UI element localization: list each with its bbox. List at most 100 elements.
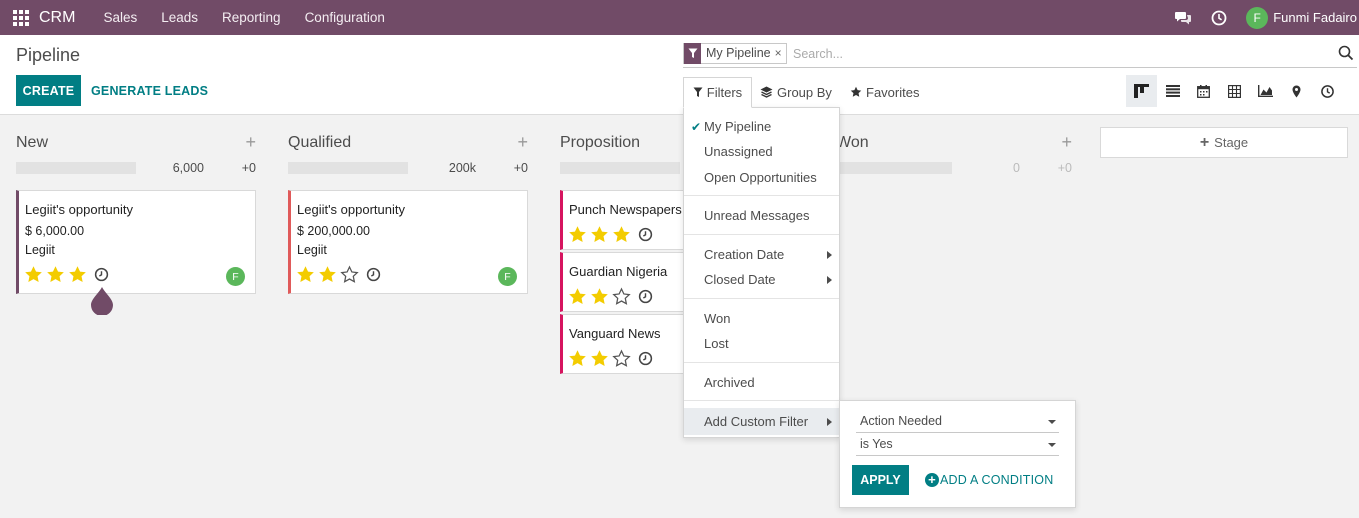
card-name: Punch Newspapers bbox=[569, 202, 682, 217]
star-filled-icon[interactable] bbox=[612, 225, 631, 244]
activity-clock-icon[interactable] bbox=[638, 351, 653, 366]
list-view-icon[interactable] bbox=[1157, 75, 1188, 107]
star-empty-icon[interactable] bbox=[340, 265, 359, 284]
salesperson-avatar[interactable]: F bbox=[498, 267, 517, 286]
menu-leads[interactable]: Leads bbox=[161, 10, 198, 25]
user-avatar[interactable]: F bbox=[1246, 6, 1269, 29]
filter-my-pipeline[interactable]: ✔ My Pipeline bbox=[684, 115, 839, 139]
star-filled-icon[interactable] bbox=[568, 287, 587, 306]
chat-icon[interactable] bbox=[1174, 9, 1192, 27]
custom-filter-operator-select[interactable]: is Yes bbox=[856, 434, 1059, 456]
layers-icon bbox=[760, 86, 773, 98]
activity-clock-icon[interactable] bbox=[638, 289, 653, 304]
search-input[interactable] bbox=[793, 45, 1313, 63]
kanban-card[interactable]: Punch Newspapers bbox=[560, 190, 690, 250]
pivot-view-icon[interactable] bbox=[1219, 75, 1250, 107]
filter-lost[interactable]: Lost bbox=[684, 332, 839, 356]
card-name: Legiit's opportunity bbox=[297, 202, 405, 217]
kanban-card[interactable]: Guardian Nigeria bbox=[560, 252, 690, 312]
filter-label: Unread Messages bbox=[704, 208, 810, 223]
quick-create-icon[interactable]: + bbox=[1061, 132, 1072, 153]
calendar-view-icon[interactable] bbox=[1188, 75, 1219, 107]
column-progress-bar[interactable] bbox=[16, 162, 136, 174]
filter-label: Unassigned bbox=[704, 144, 773, 159]
search-icon[interactable] bbox=[1338, 45, 1354, 61]
create-button[interactable]: CREATE bbox=[16, 75, 81, 106]
star-filled-icon[interactable] bbox=[590, 225, 609, 244]
activity-clock-icon[interactable] bbox=[638, 227, 653, 242]
filter-won[interactable]: Won bbox=[684, 307, 839, 331]
kanban-card[interactable]: Legiit's opportunity $ 6,000.00 Legiit F bbox=[16, 190, 256, 294]
filter-label: Lost bbox=[704, 336, 729, 351]
column-progress-bar[interactable] bbox=[288, 162, 408, 174]
caret-right-icon bbox=[827, 251, 832, 259]
star-filled-icon[interactable] bbox=[568, 349, 587, 368]
group-by-toggle[interactable]: Group By bbox=[760, 77, 832, 107]
star-filled-icon[interactable] bbox=[568, 225, 587, 244]
page-title[interactable]: Pipeline bbox=[16, 45, 80, 66]
filter-closed-date[interactable]: Closed Date bbox=[684, 268, 839, 292]
quick-create-icon[interactable]: + bbox=[517, 132, 528, 153]
kanban-card[interactable]: Vanguard News bbox=[560, 314, 690, 374]
salesperson-avatar[interactable]: F bbox=[226, 267, 245, 286]
app-brand[interactable]: CRM bbox=[39, 9, 75, 27]
column-title[interactable]: Proposition bbox=[560, 134, 640, 152]
filter-label: Creation Date bbox=[704, 247, 785, 262]
star-empty-icon[interactable] bbox=[612, 349, 631, 368]
star-filled-icon[interactable] bbox=[318, 265, 337, 284]
kanban-view-icon[interactable] bbox=[1126, 75, 1157, 107]
card-name: Legiit's opportunity bbox=[25, 202, 133, 217]
activity-clock-icon[interactable] bbox=[94, 267, 109, 282]
star-filled-icon[interactable] bbox=[68, 265, 87, 284]
add-condition-button[interactable]: + ADD A CONDITION bbox=[925, 465, 1053, 495]
star-empty-icon[interactable] bbox=[612, 287, 631, 306]
plus-icon: + bbox=[1199, 133, 1210, 151]
column-title[interactable]: Won bbox=[836, 134, 869, 152]
activity-clock-icon[interactable] bbox=[366, 267, 381, 282]
caret-down-icon bbox=[1048, 420, 1056, 424]
column-count: +0 bbox=[1057, 161, 1072, 175]
favorites-toggle[interactable]: Favorites bbox=[850, 77, 919, 107]
activity-clock-icon[interactable] bbox=[1210, 9, 1228, 27]
plus-circle-icon: + bbox=[925, 473, 939, 487]
star-filled-icon[interactable] bbox=[46, 265, 65, 284]
activity-view-icon[interactable] bbox=[1312, 75, 1343, 107]
star-filled-icon[interactable] bbox=[24, 265, 43, 284]
kanban-card[interactable]: Legiit's opportunity $ 200,000.00 Legiit… bbox=[288, 190, 528, 294]
search-facet[interactable]: My Pipeline × bbox=[683, 43, 787, 64]
graph-view-icon[interactable] bbox=[1250, 75, 1281, 107]
quick-create-icon[interactable]: + bbox=[245, 132, 256, 153]
control-panel: Pipeline CREATE GENERATE LEADS My Pipeli… bbox=[0, 35, 1359, 115]
generate-leads-button[interactable]: GENERATE LEADS bbox=[91, 75, 208, 106]
filters-toggle[interactable]: Filters bbox=[683, 77, 752, 108]
column-title[interactable]: Qualified bbox=[288, 134, 351, 152]
menu-reporting[interactable]: Reporting bbox=[222, 10, 281, 25]
facet-remove-icon[interactable]: × bbox=[775, 44, 786, 63]
custom-filter-field-select[interactable]: Action Needed bbox=[856, 411, 1059, 433]
apps-grid-icon[interactable] bbox=[11, 8, 31, 28]
tooltip-marker-icon bbox=[91, 287, 113, 315]
column-title[interactable]: New bbox=[16, 134, 48, 152]
user-name[interactable]: Funmi Fadairo bbox=[1273, 10, 1357, 25]
star-filled-icon[interactable] bbox=[590, 349, 609, 368]
star-filled-icon[interactable] bbox=[296, 265, 315, 284]
filter-open-opportunities[interactable]: Open Opportunities bbox=[684, 166, 839, 190]
add-custom-filter-item[interactable]: Add Custom Filter bbox=[684, 408, 839, 435]
map-view-icon[interactable] bbox=[1281, 75, 1312, 107]
menu-configuration[interactable]: Configuration bbox=[305, 10, 385, 25]
filter-unread-messages[interactable]: Unread Messages bbox=[684, 204, 839, 228]
filter-unassigned[interactable]: Unassigned bbox=[684, 140, 839, 164]
column-progress-bar[interactable] bbox=[832, 162, 952, 174]
column-progress-bar[interactable] bbox=[560, 162, 680, 174]
card-customer: Legiit bbox=[297, 243, 327, 257]
add-stage-button[interactable]: + Stage bbox=[1100, 127, 1348, 158]
filter-creation-date[interactable]: Creation Date bbox=[684, 243, 839, 267]
favorites-label: Favorites bbox=[866, 84, 920, 100]
star-filled-icon[interactable] bbox=[590, 287, 609, 306]
menu-sales[interactable]: Sales bbox=[103, 10, 137, 25]
filter-archived[interactable]: Archived bbox=[684, 371, 839, 395]
card-name: Guardian Nigeria bbox=[569, 264, 668, 279]
apply-button[interactable]: APPLY bbox=[852, 465, 909, 495]
star-icon bbox=[850, 86, 862, 97]
menu-divider bbox=[684, 298, 839, 299]
